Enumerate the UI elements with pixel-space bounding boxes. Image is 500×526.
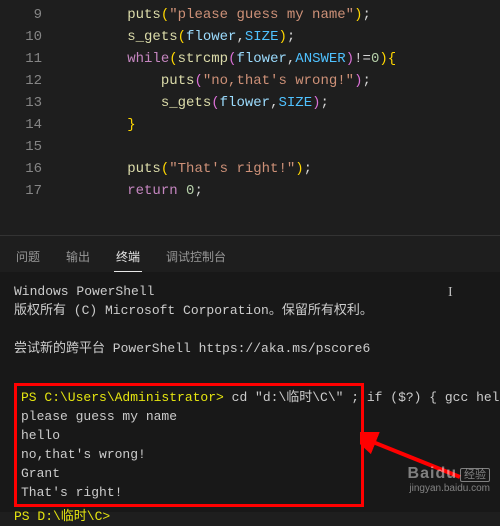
panel-tabs: 问题 输出 终端 调试控制台 [0,235,500,272]
tab-problems[interactable]: 问题 [14,244,42,272]
terminal-line: That's right! [21,483,357,502]
terminal-panel[interactable]: Windows PowerShell 版权所有 (C) Microsoft Co… [0,272,500,512]
code-area[interactable]: puts("please guess my name"); s_gets(flo… [60,4,500,235]
code-token: ANSWER [295,51,345,67]
terminal-line: Grant [21,464,357,483]
code-token: puts [161,73,195,89]
tab-debug-console[interactable]: 调试控制台 [164,244,228,272]
code-token: flower [186,29,236,45]
highlight-box: PS C:\Users\Administrator> cd "d:\临时\C\"… [14,383,364,507]
line-number: 15 [0,136,42,158]
code-token: flower [236,51,286,67]
line-number: 13 [0,92,42,114]
terminal-line: 版权所有 (C) Microsoft Corporation。保留所有权利。 [14,301,486,320]
terminal-line: hello [21,426,357,445]
tab-output[interactable]: 输出 [64,244,92,272]
code-token: s_gets [161,95,211,111]
terminal-line: PS D:\临时\C> [14,507,486,526]
code-token: while [127,51,169,67]
code-token: SIZE [278,95,312,111]
code-token: puts [127,7,161,23]
terminal-line: no,that's wrong! [21,445,357,464]
terminal-line: PS C:\Users\Administrator> cd "d:\临时\C\"… [21,388,357,407]
code-token: strcmp [178,51,228,67]
line-number: 12 [0,70,42,92]
tab-terminal[interactable]: 终端 [114,244,142,272]
code-token: return [127,183,177,199]
code-token: SIZE [245,29,279,45]
line-number: 17 [0,180,42,202]
code-token: "please guess my name" [169,7,354,23]
terminal-line: 尝试新的跨平台 PowerShell https://aka.ms/pscore… [14,339,486,358]
code-token: puts [127,161,161,177]
line-number: 11 [0,48,42,70]
terminal-line [14,320,486,339]
code-token: "That's right!" [169,161,295,177]
code-token: "no,that's wrong!" [203,73,354,89]
code-editor[interactable]: 9 10 11 12 13 14 15 16 17 puts("please g… [0,0,500,235]
code-token: flower [220,95,270,111]
code-token: != [354,51,371,67]
line-number: 10 [0,26,42,48]
annotation-arrow-icon [360,432,470,482]
terminal-line [14,358,486,377]
line-number-gutter: 9 10 11 12 13 14 15 16 17 [0,4,60,235]
terminal-line: please guess my name [21,407,357,426]
terminal-line: Windows PowerShell [14,282,486,301]
code-token: 0 [186,183,194,199]
code-token: s_gets [127,29,177,45]
line-number: 9 [0,4,42,26]
line-number: 16 [0,158,42,180]
line-number: 14 [0,114,42,136]
